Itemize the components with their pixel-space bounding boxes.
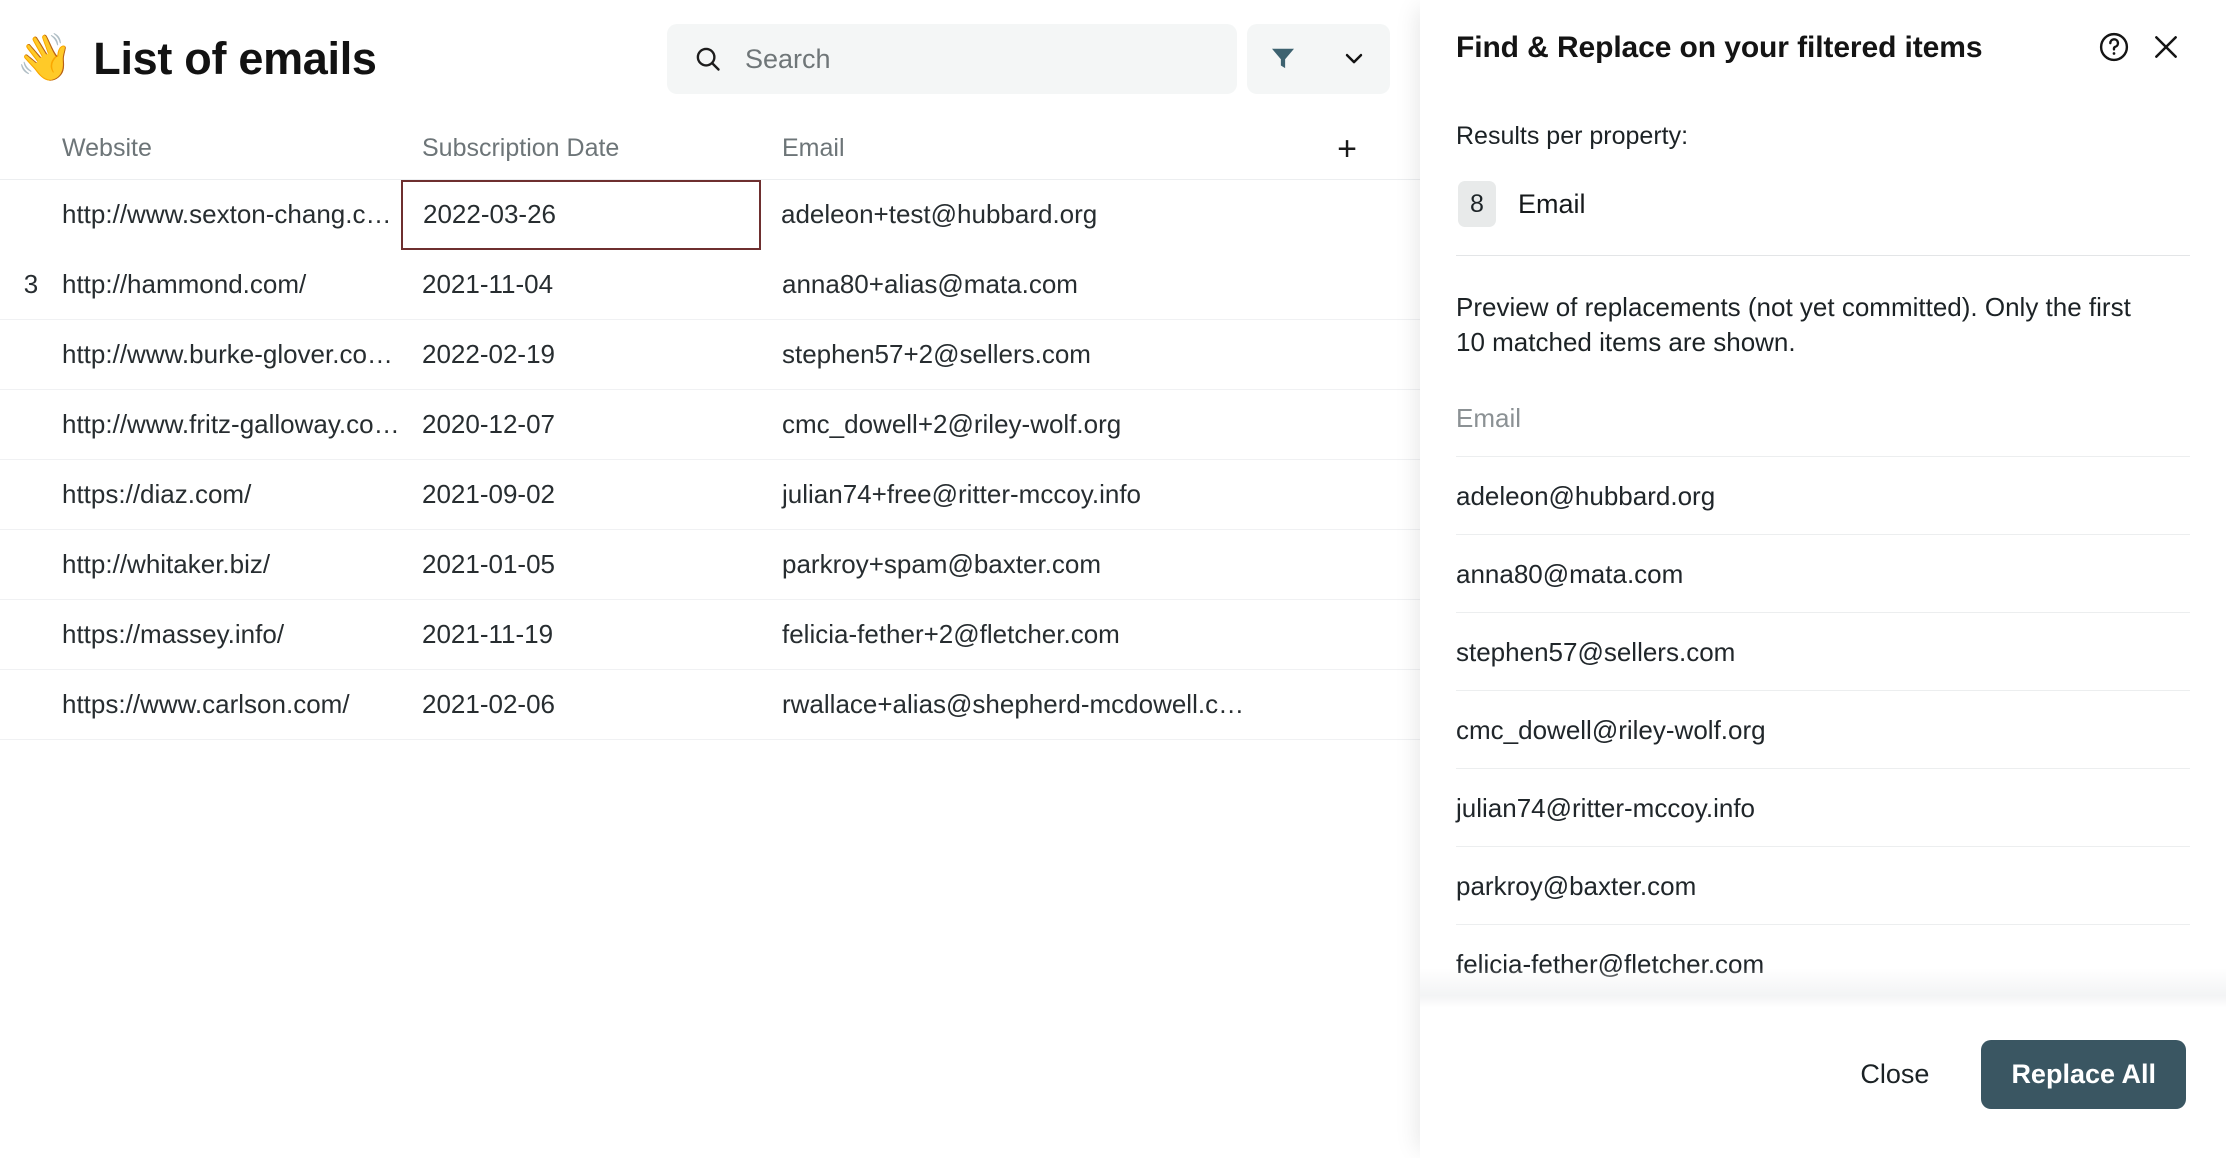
panel-divider [1456, 255, 2190, 256]
result-count-badge: 8 [1458, 181, 1496, 227]
panel-body: Results per property: 8 Email Preview of… [1420, 96, 2226, 1008]
chevron-down-icon [1340, 44, 1368, 75]
preview-note: Preview of replacements (not yet committ… [1456, 290, 2156, 359]
cell-subscription-date[interactable]: 2020-12-07 [402, 409, 762, 440]
replace-all-button[interactable]: Replace All [1981, 1040, 2186, 1109]
table-row[interactable]: http://www.fritz-galloway.co… 2020-12-07… [0, 390, 1424, 460]
property-name: Email [1518, 189, 1586, 220]
list-item: cmc_dowell@riley-wolf.org [1456, 691, 2190, 769]
main-content: 👋 List of emails [0, 0, 1424, 1158]
list-item: julian74@ritter-mccoy.info [1456, 769, 2190, 847]
close-panel-button[interactable] [2140, 22, 2192, 74]
app-root: 👋 List of emails [0, 0, 2226, 1158]
column-header-email[interactable]: Email [762, 134, 1272, 163]
search-icon [693, 44, 723, 74]
table-header-row: Website Subscription Date Email + [0, 118, 1424, 180]
data-table: Website Subscription Date Email + http:/… [0, 118, 1424, 740]
row-number: 3 [0, 269, 42, 300]
filter-dropdown-button[interactable] [1319, 24, 1391, 94]
table-row[interactable]: https://massey.info/ 2021-11-19 felicia-… [0, 600, 1424, 670]
preview-column-header: Email [1456, 403, 2190, 457]
close-button[interactable]: Close [1834, 1043, 1955, 1106]
filter-button-group [1247, 24, 1390, 94]
cell-subscription-date[interactable]: 2021-09-02 [402, 479, 762, 510]
cell-website[interactable]: https://www.carlson.com/ [42, 689, 402, 720]
search-box[interactable] [667, 24, 1237, 94]
close-icon [2149, 30, 2183, 67]
filter-funnel-icon [1268, 43, 1298, 76]
add-column-button[interactable]: + [1331, 132, 1363, 166]
top-bar: 👋 List of emails [0, 0, 1424, 118]
table-row[interactable]: http://whitaker.biz/ 2021-01-05 parkroy+… [0, 530, 1424, 600]
cell-website[interactable]: http://www.fritz-galloway.co… [42, 409, 402, 440]
cell-subscription-date[interactable]: 2021-11-19 [402, 619, 762, 650]
cell-subscription-date[interactable]: 2021-11-04 [402, 269, 762, 300]
property-result-row: 8 Email [1458, 181, 2190, 227]
cell-email[interactable]: stephen57+2@sellers.com [762, 339, 1272, 370]
cell-email[interactable]: rwallace+alias@shepherd-mcdowell.c… [762, 689, 1272, 720]
table-row[interactable]: https://diaz.com/ 2021-09-02 julian74+fr… [0, 460, 1424, 530]
cell-website[interactable]: http://hammond.com/ [42, 269, 402, 300]
results-per-property-label: Results per property: [1456, 122, 2190, 151]
cell-website[interactable]: https://massey.info/ [42, 619, 402, 650]
cell-email[interactable]: anna80+alias@mata.com [762, 269, 1272, 300]
waving-hand-icon: 👋 [16, 34, 73, 80]
panel-footer: Close Replace All [1420, 1008, 2226, 1158]
panel-title: Find & Replace on your filtered items [1456, 31, 2088, 65]
cell-subscription-date-selected[interactable]: 2022-03-26 [401, 180, 761, 250]
list-item: felicia-fether@fletcher.com [1456, 925, 2190, 1003]
cell-email[interactable]: adeleon+test@hubbard.org [761, 199, 1271, 230]
add-column-cell: + [1272, 132, 1422, 166]
list-item: adeleon@hubbard.org [1456, 457, 2190, 535]
cell-website[interactable]: http://www.sexton-chang.c… [42, 199, 402, 230]
column-header-subscription-date[interactable]: Subscription Date [402, 134, 762, 163]
table-row[interactable]: http://www.burke-glover.co… 2022-02-19 s… [0, 320, 1424, 390]
page-title: 👋 List of emails [16, 33, 377, 85]
list-item: stephen57@sellers.com [1456, 613, 2190, 691]
cell-website[interactable]: http://www.burke-glover.co… [42, 339, 402, 370]
filter-button[interactable] [1247, 24, 1319, 94]
cell-subscription-date[interactable]: 2021-01-05 [402, 549, 762, 580]
column-header-website[interactable]: Website [42, 134, 402, 163]
list-item: parkroy@baxter.com [1456, 847, 2190, 925]
cell-email[interactable]: parkroy+spam@baxter.com [762, 549, 1272, 580]
cell-subscription-date[interactable]: 2021-02-06 [402, 689, 762, 720]
cell-website[interactable]: http://whitaker.biz/ [42, 549, 402, 580]
table-row[interactable]: 3 http://hammond.com/ 2021-11-04 anna80+… [0, 250, 1424, 320]
help-circle-icon [2097, 30, 2131, 67]
search-input[interactable] [745, 44, 1185, 75]
help-button[interactable] [2088, 22, 2140, 74]
panel-header: Find & Replace on your filtered items [1420, 0, 2226, 96]
table-body: http://www.sexton-chang.c… 2022-03-26 ad… [0, 180, 1424, 740]
list-item: anna80@mata.com [1456, 535, 2190, 613]
cell-email[interactable]: felicia-fether+2@fletcher.com [762, 619, 1272, 650]
cell-email[interactable]: cmc_dowell+2@riley-wolf.org [762, 409, 1272, 440]
table-row[interactable]: https://www.carlson.com/ 2021-02-06 rwal… [0, 670, 1424, 740]
cell-website[interactable]: https://diaz.com/ [42, 479, 402, 510]
table-row[interactable]: http://www.sexton-chang.c… 2022-03-26 ad… [0, 180, 1424, 250]
find-replace-panel: Find & Replace on your filtered items Re… [1420, 0, 2226, 1158]
cell-subscription-date[interactable]: 2022-02-19 [402, 339, 762, 370]
cell-email[interactable]: julian74+free@ritter-mccoy.info [762, 479, 1272, 510]
page-title-text: List of emails [93, 33, 376, 85]
list-item: rwallace@shepherd-mcdowell.com [1456, 1003, 2190, 1008]
